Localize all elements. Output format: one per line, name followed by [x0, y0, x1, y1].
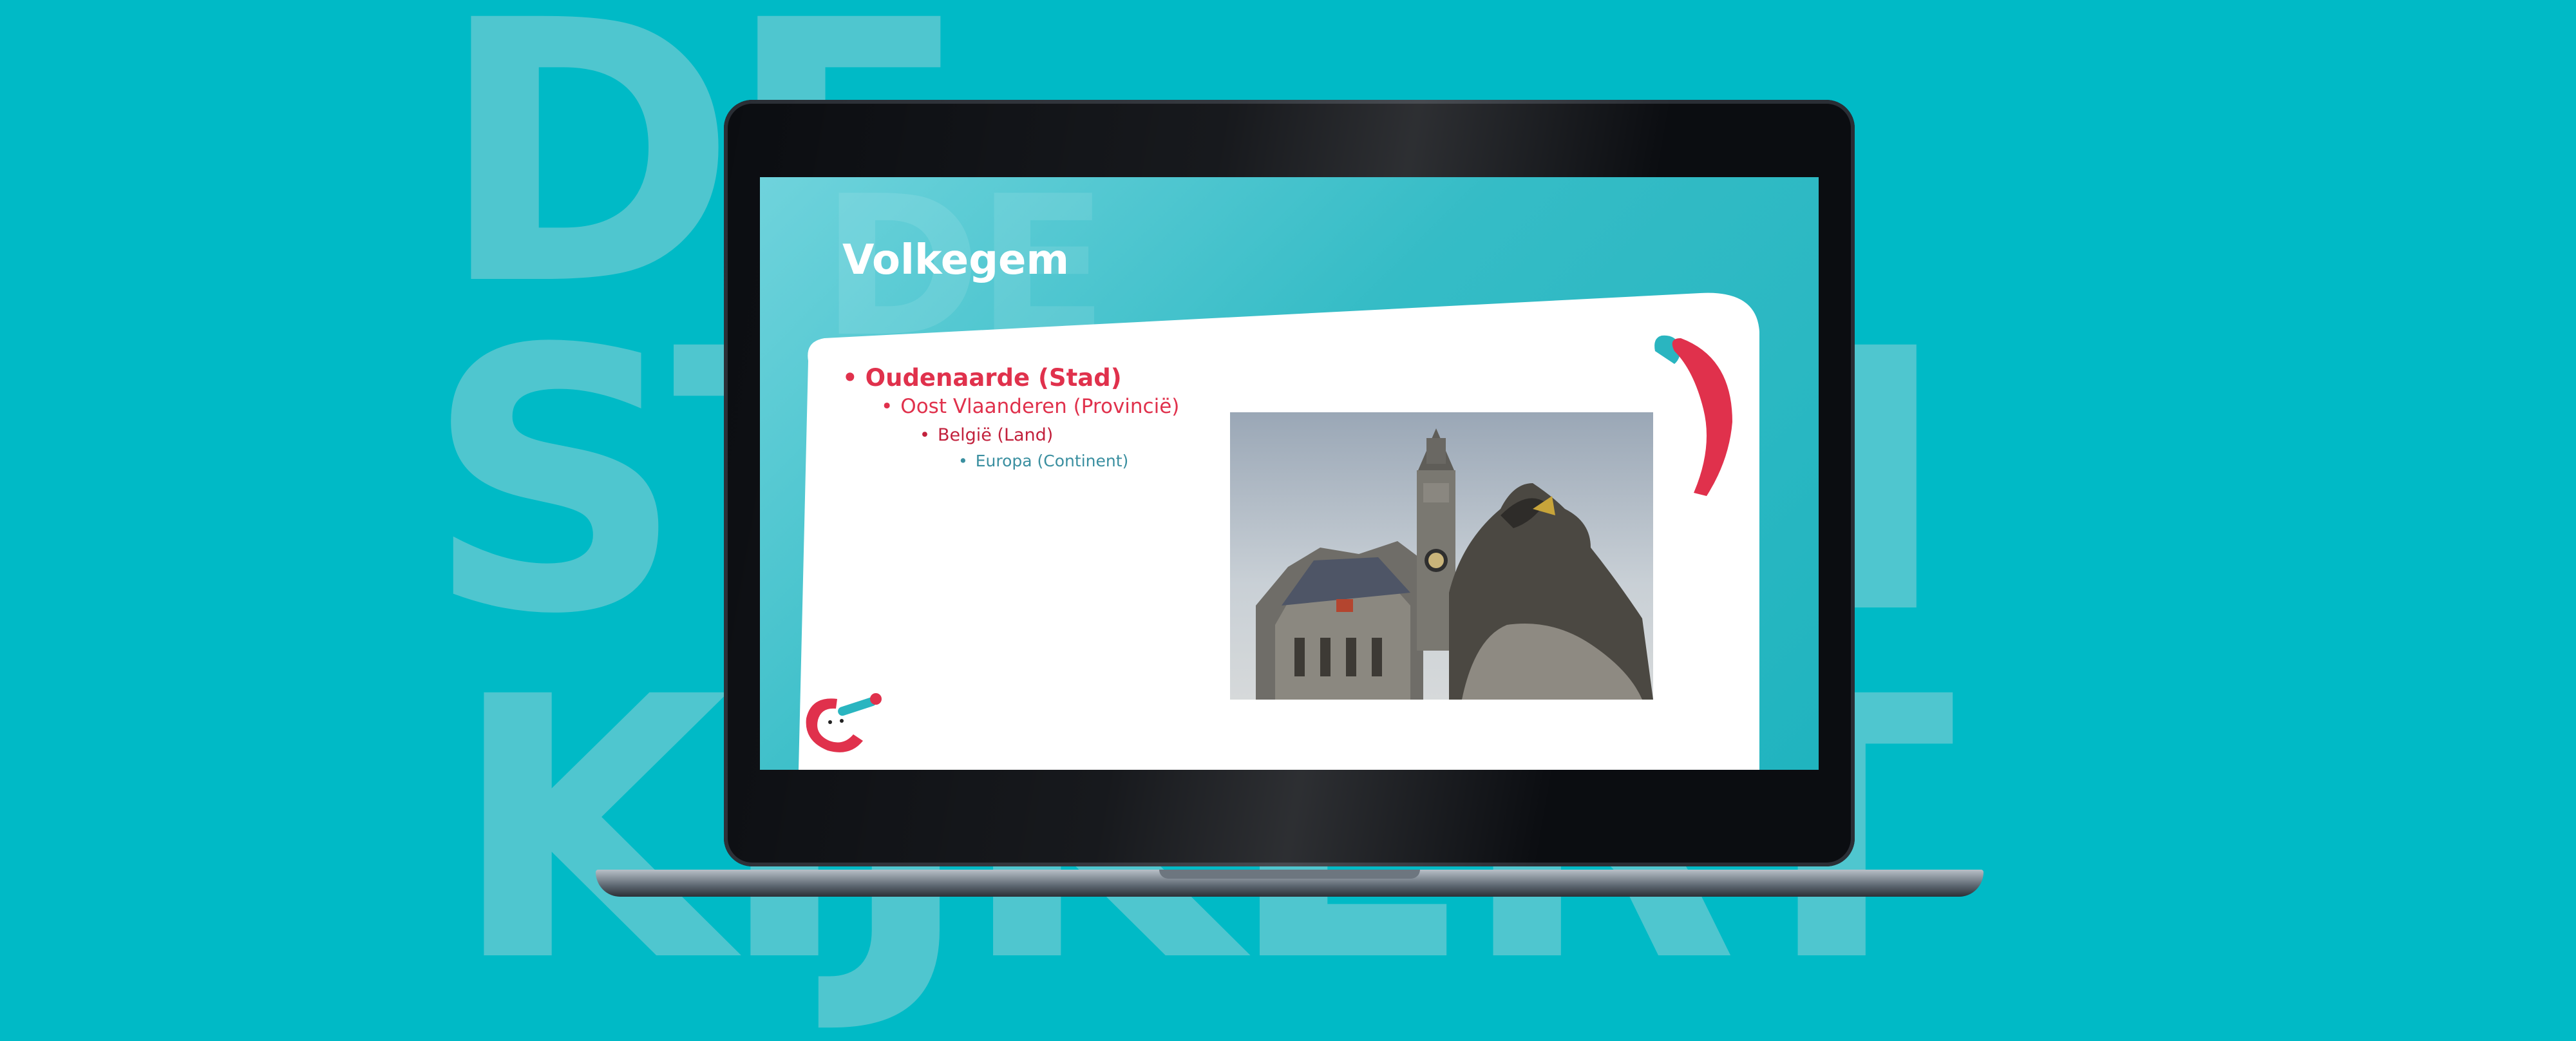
- bullet-item-level-4: • Europa (Continent): [958, 452, 1128, 470]
- bullet-dot: •: [842, 364, 858, 392]
- bullet-item-level-3: • België (Land): [920, 425, 1053, 445]
- bullet-text: België (Land): [937, 425, 1054, 445]
- bullet-text: Oost Vlaanderen (Provincië): [900, 395, 1180, 418]
- bullet-text: Oudenaarde (Stad): [865, 364, 1122, 392]
- bullet-dot: •: [881, 395, 893, 418]
- kijkert-logo-icon: [806, 693, 882, 752]
- bullet-dot: •: [958, 452, 968, 470]
- bullet-item-level-1: • Oudenaarde (Stad): [842, 364, 1122, 392]
- laptop-screen: DE Volkegem • Oudenaarde (Stad) • Oost Vla…: [760, 177, 1819, 770]
- town-hall-photo: [1230, 412, 1653, 700]
- slide-title: Volkegem: [842, 236, 1070, 284]
- laptop-base-notch: [1159, 870, 1420, 879]
- bullet-dot: •: [920, 425, 930, 445]
- bullet-item-level-2: • Oost Vlaanderen (Provincië): [881, 395, 1179, 418]
- red-swoosh-icon: [1654, 335, 1732, 496]
- bullet-text: Europa (Continent): [975, 452, 1129, 470]
